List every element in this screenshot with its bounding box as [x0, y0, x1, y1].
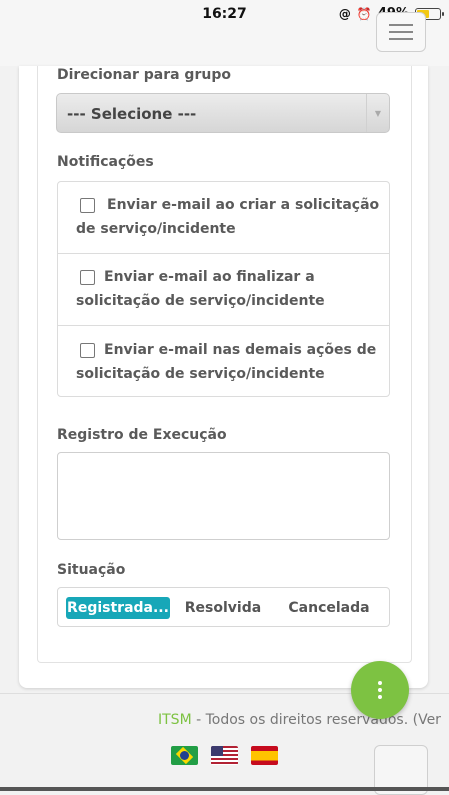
execution-textarea[interactable]: [57, 452, 390, 540]
more-vertical-icon[interactable]: [351, 661, 409, 719]
status-option-registrada[interactable]: Registrada...: [66, 597, 170, 619]
notification-text-create-line2: de serviço/incidente: [76, 221, 236, 237]
checkbox-notify-finish[interactable]: [80, 270, 95, 285]
notification-text-finish-line2: solicitação de serviço/incidente: [76, 293, 325, 309]
footer-text: ITSM - Todos os direitos reservados. (Ve…: [158, 712, 449, 728]
at-sign-icon: @: [338, 6, 351, 21]
notifications-list: Enviar e-mail ao criar a solicitação de …: [57, 181, 390, 397]
notification-item-create: Enviar e-mail ao criar a solicitação de …: [58, 182, 389, 254]
brazil-flag-icon[interactable]: [171, 746, 198, 765]
group-select[interactable]: --- Selecione --- ▼: [56, 93, 390, 133]
footer-copyright: - Todos os direitos reservados. (Ver: [191, 712, 441, 728]
notification-text-create-line1: Enviar e-mail ao criar a solicitação: [107, 197, 380, 213]
language-flags: [171, 746, 278, 765]
notification-item-other: Enviar e-mail nas demais ações de solici…: [58, 326, 389, 398]
hamburger-icon[interactable]: [376, 12, 426, 52]
status-label: Situação: [57, 562, 126, 578]
group-select-value: --- Selecione ---: [67, 105, 197, 123]
status-option-resolvida[interactable]: Resolvida: [179, 597, 267, 619]
status-segmented-control: Registrada... Resolvida Cancelada: [57, 587, 390, 627]
execution-label: Registro de Execução: [57, 427, 227, 443]
group-label: Direcionar para grupo: [57, 67, 231, 83]
bottom-edge: [0, 787, 449, 791]
checkbox-notify-create[interactable]: [80, 198, 95, 213]
notification-text-other-line1: Enviar e-mail nas demais ações de: [104, 342, 377, 358]
alarm-icon: ⏰: [356, 6, 372, 21]
checkbox-notify-other[interactable]: [80, 343, 95, 358]
notification-text-finish-line1: Enviar e-mail ao finalizar a: [104, 269, 315, 285]
notifications-label: Notificações: [57, 154, 154, 170]
spain-flag-icon[interactable]: [251, 746, 278, 765]
chevron-down-icon: ▼: [366, 94, 389, 132]
usa-flag-icon[interactable]: [211, 746, 238, 765]
notification-text-other-line2: solicitação de serviço/incidente: [76, 366, 325, 382]
notification-item-finish: Enviar e-mail ao finalizar a solicitação…: [58, 254, 389, 326]
status-option-cancelada[interactable]: Cancelada: [280, 597, 378, 619]
footer-brand: ITSM: [158, 712, 192, 728]
